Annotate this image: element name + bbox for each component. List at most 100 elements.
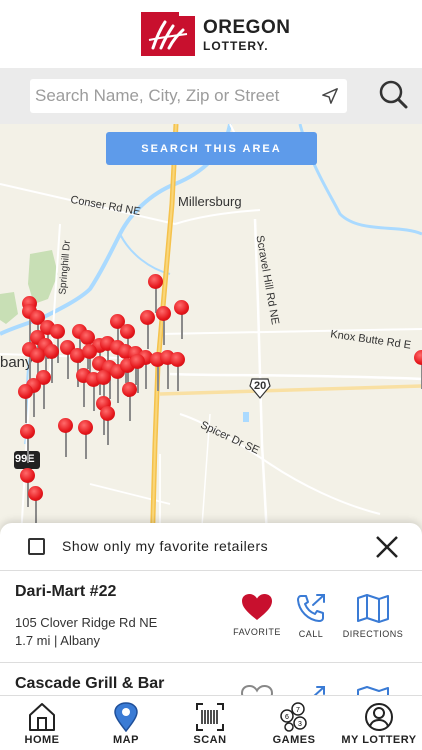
pin-stem	[65, 431, 67, 457]
pin-head	[130, 354, 145, 369]
pin-head	[156, 306, 171, 321]
retailer-item[interactable]: Dari-Mart #22 105 Clover Ridge Rd NE 1.7…	[0, 571, 422, 663]
pin-head	[30, 348, 45, 363]
retailer-pin[interactable]	[28, 486, 44, 526]
pin-stem	[67, 353, 69, 379]
favorites-only-checkbox[interactable]	[28, 538, 45, 555]
map-label-hwy-20: 20	[254, 380, 267, 392]
pin-head	[148, 274, 163, 289]
pin-head	[44, 344, 59, 359]
map-icon	[357, 594, 389, 623]
app-header: OREGON LOTTERY.	[0, 0, 422, 68]
pin-stem	[167, 363, 169, 389]
pin-head	[170, 352, 185, 367]
pin-head	[20, 468, 35, 483]
call-button[interactable]: CALL	[276, 593, 346, 645]
pin-stem	[27, 437, 29, 463]
barcode-icon	[196, 703, 224, 731]
pin-stem	[83, 381, 85, 407]
brand-line2: LOTTERY.	[203, 39, 269, 53]
retailer-pin[interactable]	[100, 406, 116, 446]
pin-head	[174, 300, 189, 315]
call-label: CALL	[298, 629, 324, 639]
retailer-pin[interactable]	[156, 306, 172, 346]
tab-map-label: MAP	[113, 734, 139, 746]
retailer-pin[interactable]	[414, 350, 422, 390]
tab-my-lottery[interactable]: MY LOTTERY	[336, 696, 422, 750]
directions-button[interactable]: DIRECTIONS	[338, 593, 408, 645]
retailer-pin[interactable]	[18, 384, 34, 424]
brand-wordmark: OREGON LOTTERY.	[203, 18, 290, 54]
pin-stem	[43, 383, 45, 409]
close-icon[interactable]	[374, 534, 400, 560]
retailer-pin[interactable]	[170, 352, 186, 392]
pin-head	[78, 420, 93, 435]
app-root: OREGON LOTTERY. Search Name, City, Zip o…	[0, 0, 422, 750]
map-icon	[357, 686, 389, 695]
tab-home-label: HOME	[24, 734, 60, 746]
map-label-millersburg: Millersburg	[178, 194, 242, 209]
favorites-only-label: Show only my favorite retailers	[62, 538, 269, 554]
phone-icon	[297, 594, 325, 622]
retailer-sheet: Show only my favorite retailers Dari-Mar…	[0, 523, 422, 695]
brand-line1: OREGON	[203, 17, 291, 38]
svg-text:6: 6	[285, 714, 289, 721]
tab-my-lottery-label: MY LOTTERY	[341, 734, 417, 746]
pin-head	[18, 384, 33, 399]
tab-scan-label: SCAN	[193, 734, 227, 746]
search-icon[interactable]	[377, 78, 409, 110]
phone-icon	[313, 686, 325, 695]
pin-stem	[107, 419, 109, 445]
pin-head	[122, 382, 137, 397]
retailer-pin[interactable]	[78, 420, 94, 460]
tab-map[interactable]: MAP	[84, 696, 168, 750]
retailer-pin[interactable]	[140, 310, 156, 350]
map-pin-icon	[114, 702, 138, 732]
bottom-tab-bar: HOME MAP SCAN 7 6 3 GAMES MY LOTTERY	[0, 695, 422, 750]
pin-stem	[129, 395, 131, 421]
pin-stem	[177, 365, 179, 391]
retailer-name: Dari-Mart #22	[15, 583, 117, 600]
search-this-area-button[interactable]: SEARCH THIS AREA	[106, 132, 317, 165]
retailer-item[interactable]: Cascade Grill & Bar	[0, 663, 422, 695]
location-arrow-icon[interactable]	[321, 87, 339, 105]
retailer-name: Cascade Grill & Bar	[15, 675, 165, 692]
retailer-pin[interactable]	[122, 382, 138, 422]
home-icon	[29, 703, 55, 731]
tab-games[interactable]: 7 6 3 GAMES	[252, 696, 336, 750]
pin-head	[414, 350, 422, 365]
pin-stem	[181, 313, 183, 339]
svg-text:3: 3	[298, 721, 302, 728]
pin-stem	[25, 397, 27, 423]
oregon-lottery-logo-icon	[141, 12, 195, 56]
pin-head	[120, 324, 135, 339]
call-button[interactable]	[276, 685, 346, 695]
pin-head	[140, 310, 155, 325]
tab-games-label: GAMES	[272, 734, 316, 746]
tab-scan[interactable]: SCAN	[168, 696, 252, 750]
pin-stem	[35, 499, 37, 525]
pin-head	[28, 486, 43, 501]
tab-home[interactable]: HOME	[0, 696, 84, 750]
search-input[interactable]	[35, 79, 315, 113]
retailer-address: 105 Clover Ridge Rd NE	[15, 615, 158, 630]
pin-head	[20, 424, 35, 439]
retailer-pin[interactable]	[58, 418, 74, 458]
pin-stem	[157, 365, 159, 391]
heart-icon	[242, 594, 272, 620]
favorites-filter-row: Show only my favorite retailers	[0, 523, 422, 571]
heart-outline-icon	[241, 685, 273, 695]
directions-button[interactable]	[338, 685, 408, 695]
search-field	[30, 79, 347, 113]
directions-label: DIRECTIONS	[342, 629, 404, 639]
pin-stem	[93, 385, 95, 411]
svg-text:7: 7	[296, 707, 300, 714]
map-view[interactable]: Millersburg Conser Rd NE Scravel Hill Rd…	[0, 124, 422, 554]
pin-head	[96, 370, 111, 385]
pin-head	[58, 418, 73, 433]
retailer-pin[interactable]	[20, 424, 36, 464]
pin-head	[100, 406, 115, 421]
lottery-balls-icon: 7 6 3	[280, 702, 307, 732]
retailer-pin[interactable]	[174, 300, 190, 340]
search-bar	[0, 68, 422, 124]
